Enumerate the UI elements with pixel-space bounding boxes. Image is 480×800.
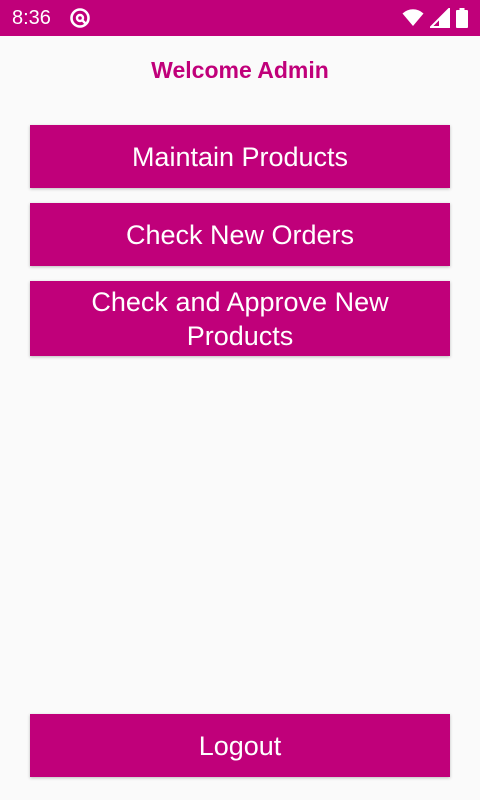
wifi-icon xyxy=(402,9,424,27)
logout-label: Logout xyxy=(198,730,282,761)
approve-new-products-button[interactable]: Check and Approve New Products xyxy=(30,281,450,356)
page-title: Welcome Admin xyxy=(151,57,329,83)
cell-signal-icon xyxy=(430,8,450,28)
status-time: 8:36 xyxy=(12,7,51,29)
status-bar: 8:36 xyxy=(0,0,480,36)
check-new-orders-button[interactable]: Check New Orders xyxy=(30,203,450,266)
battery-icon xyxy=(456,8,468,28)
approve-new-products-label: Check and Approve New Products xyxy=(91,286,389,351)
check-new-orders-label: Check New Orders xyxy=(125,219,355,250)
status-icons xyxy=(402,7,468,29)
maintain-products-button[interactable]: Maintain Products xyxy=(30,125,450,188)
at-sign-icon xyxy=(69,7,91,29)
maintain-products-label: Maintain Products xyxy=(131,141,349,172)
logout-button[interactable]: Logout xyxy=(30,714,450,777)
